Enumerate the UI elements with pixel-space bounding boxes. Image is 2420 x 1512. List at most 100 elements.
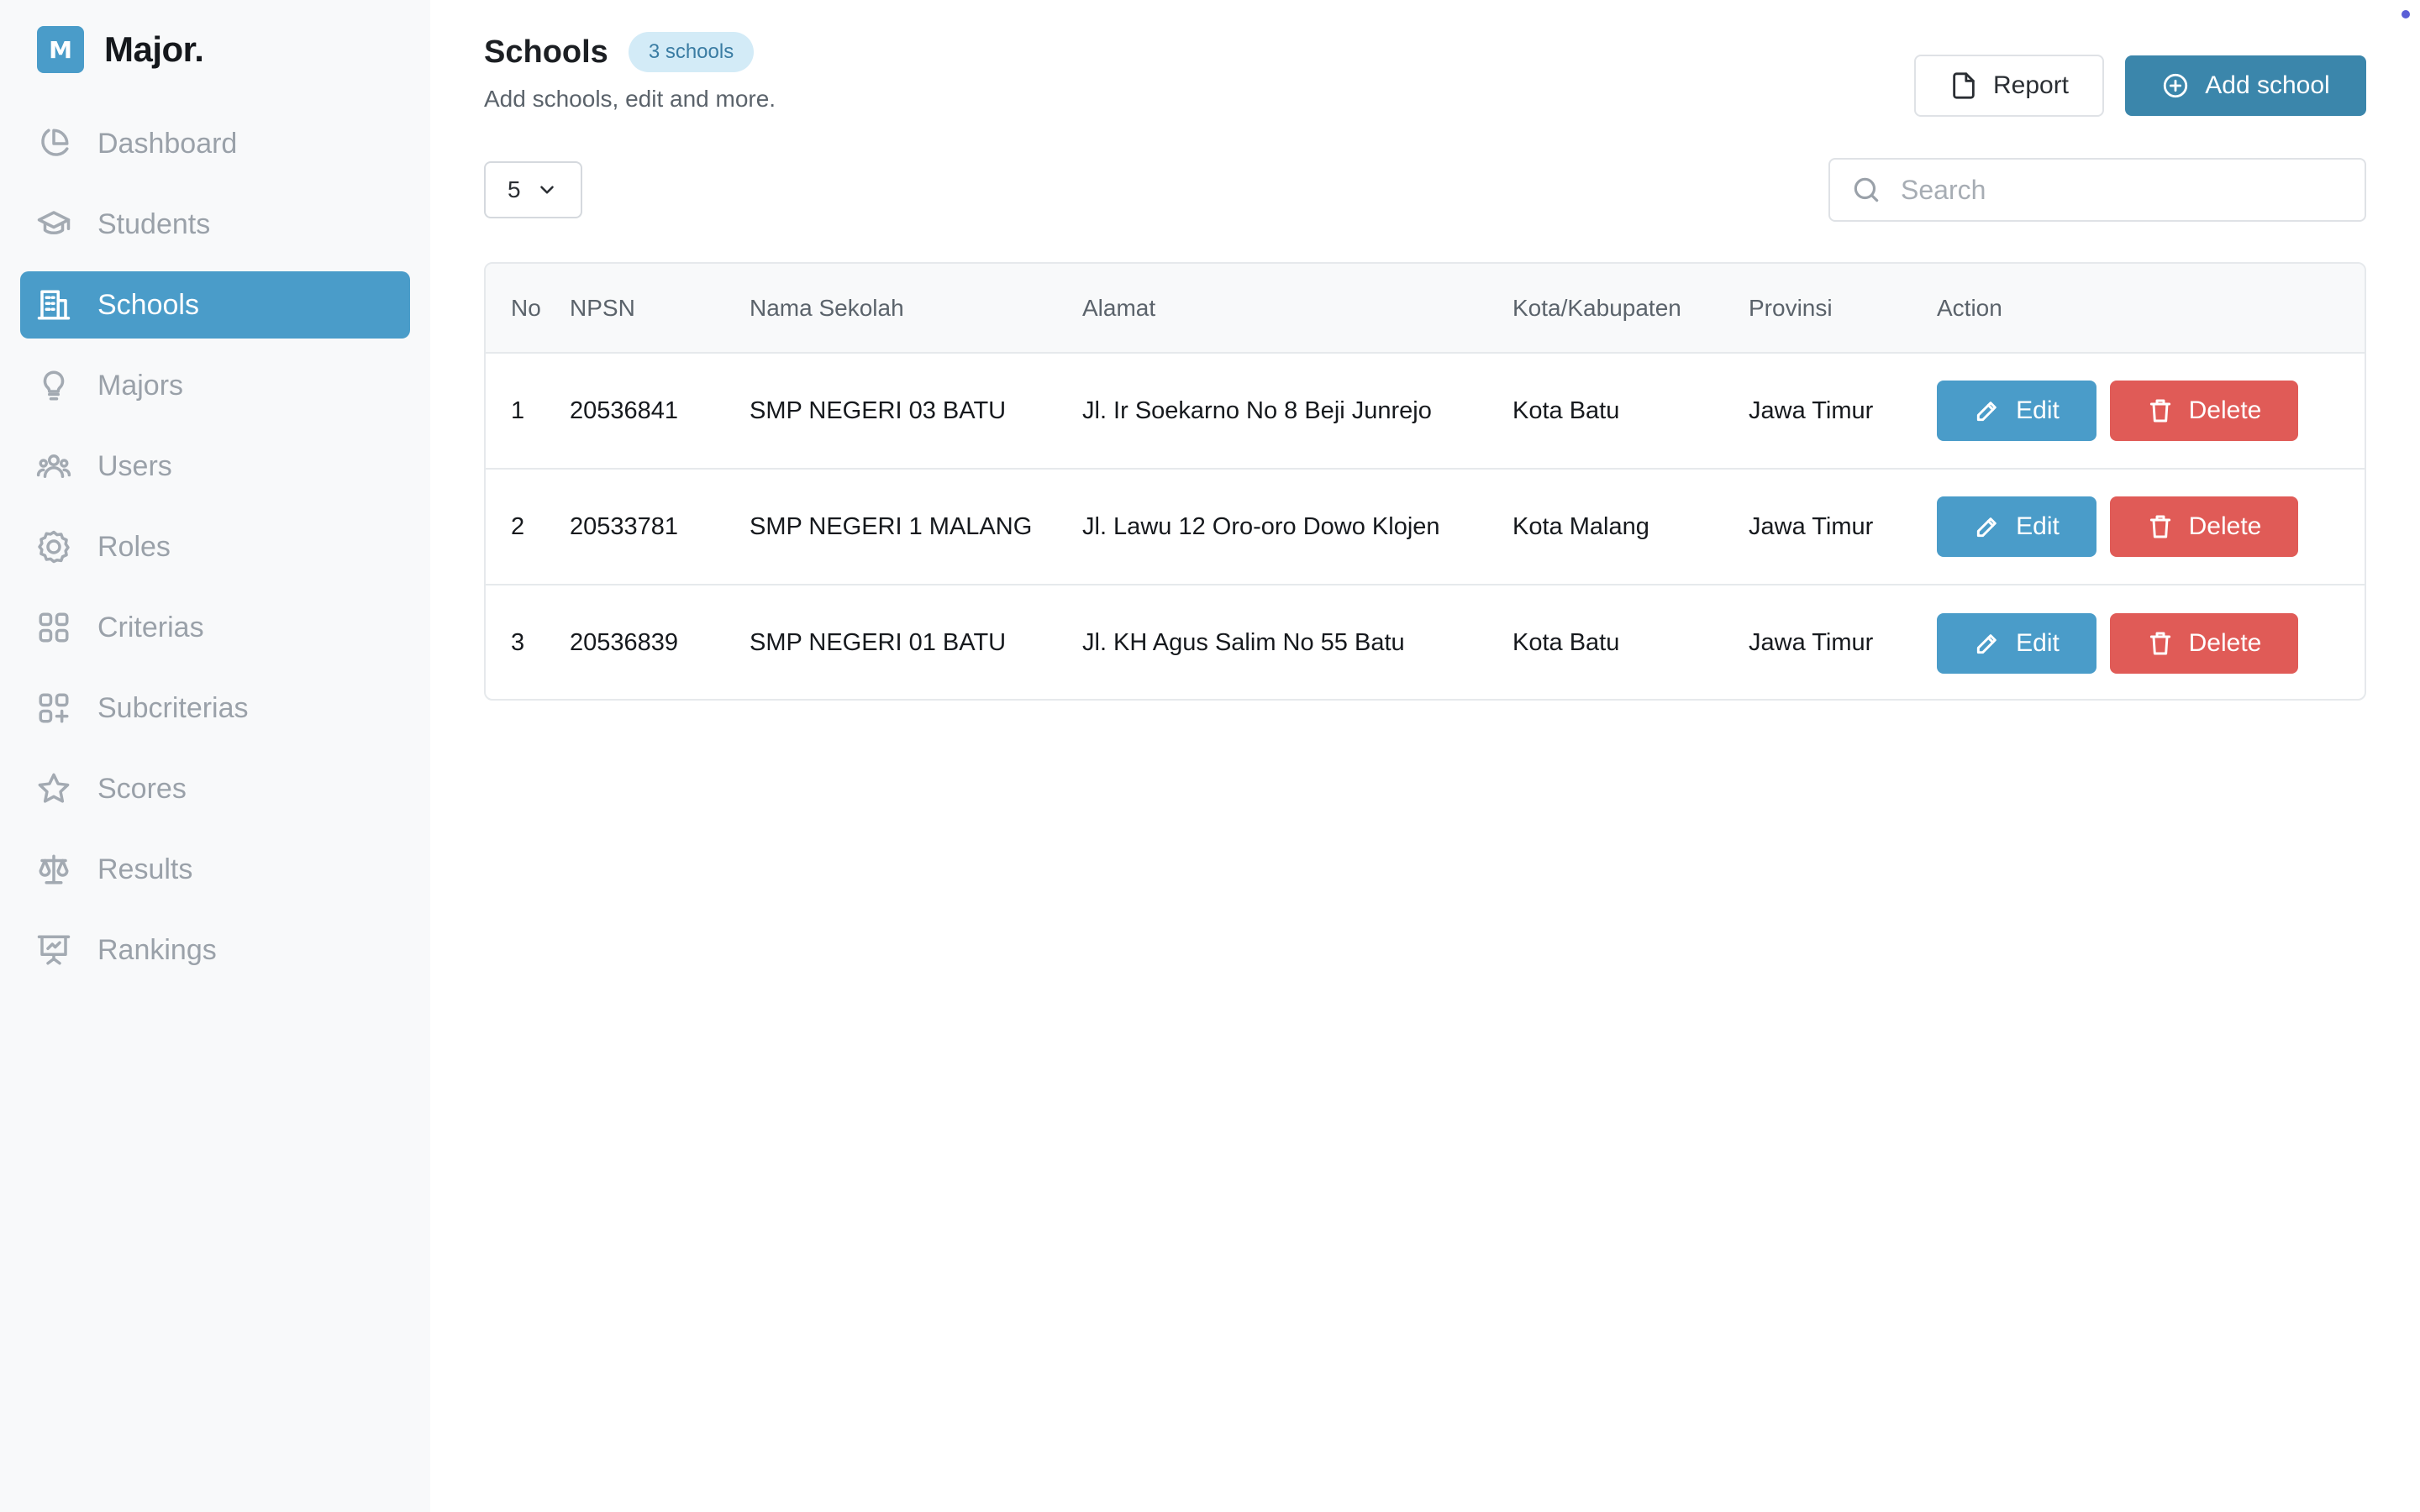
- cell-provinsi: Jawa Timur: [1749, 629, 1874, 656]
- sidebar-item-label: Dashboard: [97, 127, 238, 160]
- sidebar-item-criterias[interactable]: Criterias: [20, 594, 410, 661]
- count-badge: 3 schools: [628, 32, 755, 72]
- document-icon: [1953, 72, 1975, 99]
- sidebar-item-users[interactable]: Users: [20, 433, 410, 500]
- edit-button-label: Edit: [2016, 628, 2060, 657]
- edit-button-label: Edit: [2016, 396, 2060, 424]
- cell-alamat: Jl. KH Agus Salim No 55 Batu: [1082, 629, 1405, 656]
- search-box: [1828, 158, 2366, 222]
- sidebar: M Major. Dashboard Students Schools Majo…: [0, 0, 430, 1512]
- trash-icon: [2149, 399, 2170, 423]
- delete-button[interactable]: Delete: [2110, 381, 2298, 441]
- cell-kota: Kota Batu: [1512, 629, 1620, 656]
- cell-npsn: 20536839: [570, 629, 679, 656]
- add-school-button-label: Add school: [2205, 71, 2330, 99]
- table-header-row: No NPSN Nama Sekolah Alamat Kota/Kabupat…: [486, 264, 2365, 353]
- cell-nama: SMP NEGERI 03 BATU: [750, 396, 1007, 424]
- edit-button[interactable]: Edit: [1937, 381, 2096, 441]
- trash-icon: [2149, 515, 2170, 538]
- table-row: 3 20536839 SMP NEGERI 01 BATU Jl. KH Agu…: [486, 585, 2365, 699]
- column-header-provinsi[interactable]: Provinsi: [1749, 264, 1937, 353]
- column-header-no[interactable]: No: [486, 264, 570, 353]
- delete-button-label: Delete: [2188, 512, 2262, 540]
- cell-actions: Edit Delete: [1937, 469, 2365, 585]
- page-header: Schools 3 schools: [484, 32, 755, 72]
- lightbulb-icon: [35, 367, 72, 404]
- search-input[interactable]: [1901, 174, 2338, 206]
- sidebar-item-label: Subcriterias: [97, 691, 249, 724]
- presentation-icon: [35, 932, 72, 969]
- cell-kota: Kota Malang: [1512, 512, 1649, 540]
- sidebar-item-rankings[interactable]: Rankings: [20, 916, 410, 984]
- cell-actions: Edit Delete: [1937, 353, 2365, 469]
- sidebar-item-label: Results: [97, 853, 193, 885]
- cell-actions: Edit Delete: [1937, 585, 2365, 699]
- plus-circle-icon: [2164, 73, 2188, 98]
- sidebar-item-subcriterias[interactable]: Subcriterias: [20, 675, 410, 742]
- cell-npsn: 20536841: [570, 396, 679, 424]
- column-header-npsn[interactable]: NPSN: [570, 264, 750, 353]
- page-subtitle: Add schools, edit and more.: [484, 86, 776, 112]
- cell-nama: SMP NEGERI 1 MALANG: [750, 512, 1033, 540]
- star-icon: [35, 770, 72, 807]
- brand-name: Major.: [104, 29, 204, 69]
- sidebar-item-label: Scores: [97, 772, 187, 805]
- edit-button-label: Edit: [2016, 512, 2060, 540]
- per-page-value: 5: [508, 176, 521, 202]
- delete-button-label: Delete: [2188, 628, 2262, 657]
- schools-table: No NPSN Nama Sekolah Alamat Kota/Kabupat…: [484, 262, 2366, 701]
- delete-button[interactable]: Delete: [2110, 496, 2298, 557]
- column-header-action: Action: [1937, 294, 2002, 321]
- sidebar-item-roles[interactable]: Roles: [20, 513, 410, 580]
- cell-alamat: Jl. Lawu 12 Oro-oro Dowo Klojen: [1082, 512, 1440, 540]
- cell-alamat: Jl. Ir Soekarno No 8 Beji Junrejo: [1082, 396, 1432, 424]
- grid-icon: [35, 609, 72, 646]
- cell-nama: SMP NEGERI 01 BATU: [750, 629, 1007, 656]
- cell-kota: Kota Batu: [1512, 396, 1620, 424]
- sidebar-item-label: Schools: [97, 288, 199, 321]
- add-school-button[interactable]: Add school: [2125, 55, 2366, 116]
- building-icon: [35, 286, 72, 323]
- users-icon: [35, 448, 72, 485]
- logo-icon: M: [37, 26, 84, 73]
- edit-button[interactable]: Edit: [1937, 496, 2096, 557]
- status-dot: [2402, 10, 2410, 18]
- pie-chart-icon: [35, 125, 72, 162]
- brand[interactable]: M Major.: [37, 26, 204, 73]
- sidebar-item-scores[interactable]: Scores: [20, 755, 410, 822]
- chevron-down-icon: [539, 186, 554, 194]
- delete-button-label: Delete: [2188, 396, 2262, 424]
- delete-button[interactable]: Delete: [2110, 612, 2298, 674]
- scale-icon: [35, 851, 72, 888]
- table-row: 1 20536841 SMP NEGERI 03 BATU Jl. Ir Soe…: [486, 353, 2365, 469]
- sidebar-item-label: Users: [97, 449, 172, 482]
- edit-button[interactable]: Edit: [1937, 612, 2096, 674]
- report-button-label: Report: [1992, 71, 2070, 99]
- sidebar-item-label: Rankings: [97, 933, 217, 966]
- sidebar-item-students[interactable]: Students: [20, 191, 410, 258]
- column-header-alamat[interactable]: Alamat: [1082, 264, 1512, 353]
- sidebar-item-results[interactable]: Results: [20, 836, 410, 903]
- search-icon: [1854, 177, 1879, 202]
- sidebar-item-label: Majors: [97, 369, 184, 402]
- cell-provinsi: Jawa Timur: [1749, 512, 1874, 540]
- sidebar-item-dashboard[interactable]: Dashboard: [20, 110, 410, 177]
- cell-no: 1: [511, 396, 525, 424]
- sidebar-item-schools[interactable]: Schools: [20, 271, 410, 339]
- report-button[interactable]: Report: [1914, 55, 2104, 117]
- pencil-icon: [1977, 633, 1996, 654]
- sidebar-item-label: Roles: [97, 530, 171, 563]
- table-row: 2 20533781 SMP NEGERI 1 MALANG Jl. Lawu …: [486, 469, 2365, 585]
- cell-no: 3: [511, 629, 525, 656]
- cell-no: 2: [511, 512, 525, 540]
- cell-npsn: 20533781: [570, 512, 679, 540]
- graduation-cap-icon: [35, 206, 72, 243]
- column-header-nama-sekolah[interactable]: Nama Sekolah: [750, 264, 1082, 353]
- sidebar-item-majors[interactable]: Majors: [20, 352, 410, 419]
- column-header-kota[interactable]: Kota/Kabupaten: [1512, 264, 1749, 353]
- per-page-select[interactable]: 5: [484, 161, 582, 218]
- badge-icon: [35, 528, 72, 565]
- cell-provinsi: Jawa Timur: [1749, 396, 1874, 424]
- pencil-icon: [1977, 402, 1996, 422]
- pencil-icon: [1977, 517, 1996, 538]
